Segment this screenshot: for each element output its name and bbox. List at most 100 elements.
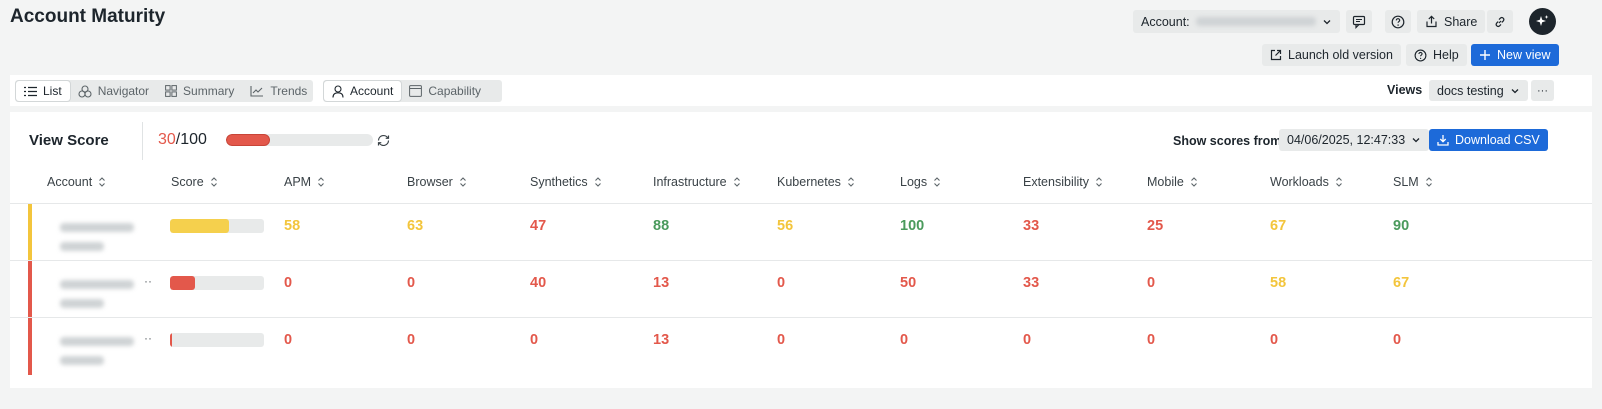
download-csv-button[interactable]: Download CSV: [1429, 129, 1548, 151]
line-chart-icon: [250, 86, 264, 97]
table-row[interactable]: 58 63 47 88 56 100 33 25 67 90: [10, 203, 1592, 261]
tab-list[interactable]: List: [16, 81, 70, 101]
column-header-account[interactable]: Account: [47, 175, 106, 189]
sort-icon: [847, 176, 855, 188]
copy-link-button[interactable]: [1487, 10, 1513, 33]
chat-icon: [1352, 15, 1366, 29]
plus-icon: [1480, 50, 1490, 60]
status-stripe: [28, 318, 32, 375]
score-kubernetes: 0: [777, 332, 786, 348]
views-dropdown[interactable]: docs testing: [1429, 80, 1528, 101]
help-icon-button[interactable]: [1385, 10, 1411, 33]
score-bar: [170, 333, 264, 347]
score-mobile: 0: [1147, 332, 1156, 348]
column-header-label: APM: [284, 175, 312, 189]
overall-score: 30/100: [158, 131, 207, 149]
column-header-label: Score: [171, 175, 204, 189]
score-bar: [170, 219, 264, 233]
sparkle-icon: [1536, 15, 1549, 26]
new-view-button[interactable]: New view: [1471, 44, 1559, 66]
score-infrastructure: 13: [653, 275, 670, 291]
view-mode-tabs: List Navigator Summary Trends: [15, 80, 313, 102]
help-button[interactable]: Help: [1406, 44, 1467, 66]
column-header-apm[interactable]: APM: [284, 175, 325, 189]
tab-navigator[interactable]: Navigator: [70, 81, 157, 101]
column-header-score[interactable]: Score: [171, 175, 218, 189]
column-header-label: Extensibility: [1023, 175, 1089, 189]
score-bar: [170, 276, 264, 290]
column-header-label: Kubernetes: [777, 175, 841, 189]
score-workloads: 58: [1270, 275, 1287, 291]
score-kubernetes: 0: [777, 275, 786, 291]
account-selector[interactable]: Account:: [1133, 10, 1340, 33]
score-slm: 0: [1393, 332, 1402, 348]
column-header-browser[interactable]: Browser: [407, 175, 467, 189]
more-options-button[interactable]: ···: [1531, 80, 1554, 101]
score-mobile: 0: [1147, 275, 1156, 291]
views-label: Views: [1387, 83, 1423, 97]
launch-old-version-button[interactable]: Launch old version: [1262, 44, 1401, 66]
help-circle-icon: [1391, 15, 1405, 28]
sort-icon: [317, 176, 325, 188]
score-infrastructure: 88: [653, 218, 670, 234]
share-button[interactable]: Share: [1417, 10, 1486, 33]
column-header-label: Mobile: [1147, 175, 1184, 189]
table-row[interactable]: ·· 0 0 40 13 0 50 33 0 58 67: [10, 260, 1592, 318]
account-id-redacted: [60, 299, 104, 308]
chevron-down-icon: [1412, 138, 1420, 143]
column-header-extensibility[interactable]: Extensibility: [1023, 175, 1103, 189]
score-logs: 0: [900, 332, 909, 348]
column-header-label: Logs: [900, 175, 928, 189]
column-header-logs[interactable]: Logs: [900, 175, 941, 189]
score-kubernetes: 56: [777, 218, 794, 234]
download-icon: [1437, 135, 1449, 146]
hexagons-icon: [78, 84, 92, 98]
ai-assistant-button[interactable]: [1529, 8, 1556, 35]
tab-summary[interactable]: Summary: [157, 81, 242, 101]
score-value: 30: [158, 131, 176, 148]
window-icon: [409, 85, 423, 97]
list-icon: [24, 86, 37, 96]
sort-icon: [1425, 176, 1433, 188]
score-extensibility: 0: [1023, 332, 1032, 348]
account-scores-panel: View Score 30/100 Show scores from 04/06…: [10, 112, 1592, 388]
refresh-icon[interactable]: [376, 133, 391, 148]
column-header-synthetics[interactable]: Synthetics: [530, 175, 602, 189]
column-header-label: Synthetics: [530, 175, 588, 189]
share-label: Share: [1444, 14, 1478, 29]
account-id-redacted: [60, 356, 104, 365]
score-bar-fill: [170, 219, 230, 233]
tab-trends[interactable]: Trends: [242, 81, 315, 101]
column-header-kubernetes[interactable]: Kubernetes: [777, 175, 855, 189]
date-selector[interactable]: 04/06/2025, 12:47:33: [1279, 129, 1430, 151]
column-header-workloads[interactable]: Workloads: [1270, 175, 1343, 189]
column-header-label: Infrastructure: [653, 175, 727, 189]
sort-icon: [594, 176, 602, 188]
sort-icon: [733, 176, 741, 188]
ellipsis-icon: ···: [1537, 84, 1548, 97]
overall-score-bar-fill: [226, 134, 271, 146]
external-link-icon: [1270, 49, 1282, 61]
sort-icon: [1095, 176, 1103, 188]
column-header-mobile[interactable]: Mobile: [1147, 175, 1198, 189]
view-score-title: View Score: [29, 132, 109, 149]
sort-icon: [1335, 176, 1343, 188]
score-synthetics: 40: [530, 275, 547, 291]
tab-capability[interactable]: Capability: [401, 81, 489, 101]
grid-icon: [165, 85, 177, 97]
sort-icon: [1190, 176, 1198, 188]
score-slm: 90: [1393, 218, 1410, 234]
user-icon: [332, 84, 344, 98]
account-name-redacted: [1195, 17, 1316, 26]
column-header-label: Browser: [407, 175, 453, 189]
column-header-label: Account: [47, 175, 93, 189]
tab-account[interactable]: Account: [324, 81, 402, 101]
table-row[interactable]: ·· 0 0 0 13 0 0 0 0 0 0: [10, 317, 1592, 375]
column-header-slm[interactable]: SLM: [1393, 175, 1433, 189]
score-extensibility: 33: [1023, 218, 1040, 234]
share-icon: [1426, 15, 1437, 28]
feedback-button[interactable]: [1346, 10, 1372, 33]
score-slm: 67: [1393, 275, 1410, 291]
column-header-infrastructure[interactable]: Infrastructure: [653, 175, 741, 189]
score-synthetics: 47: [530, 218, 547, 234]
